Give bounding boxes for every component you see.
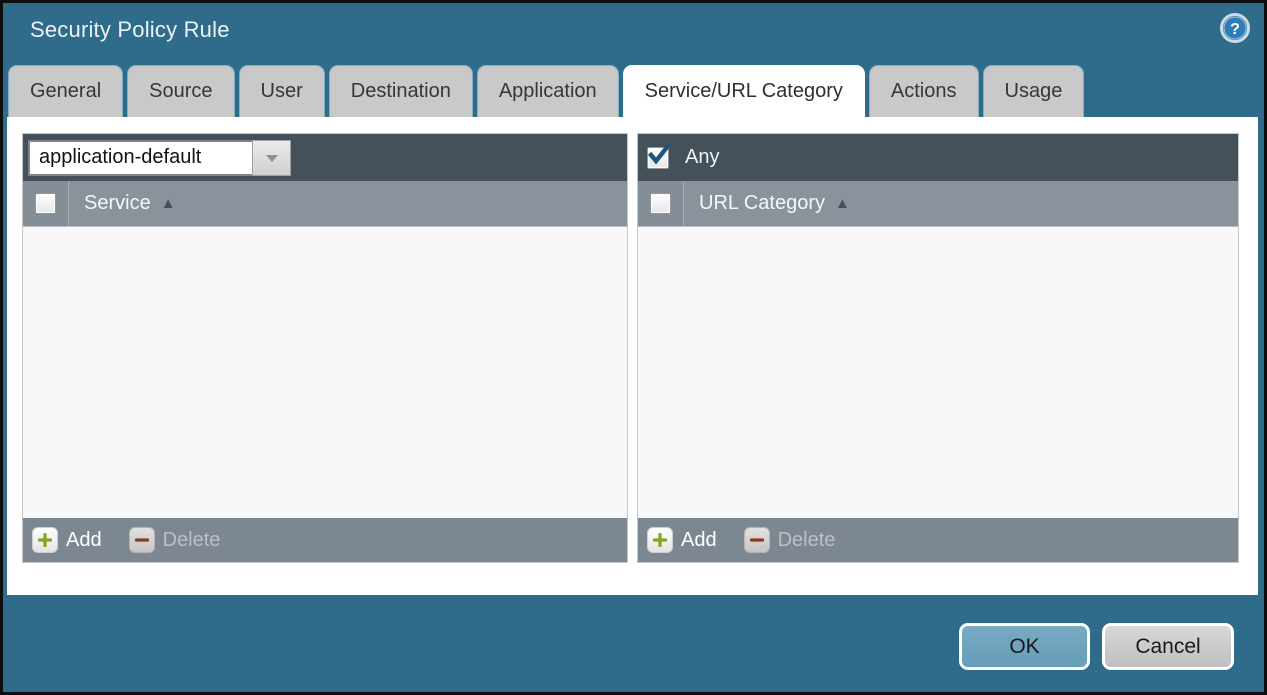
dialog-title: Security Policy Rule xyxy=(30,17,230,43)
url-category-panel: Any URL Category ▲ xyxy=(637,133,1239,563)
plus-icon xyxy=(647,527,673,553)
service-delete-button[interactable]: Delete xyxy=(129,527,221,553)
service-add-button[interactable]: Add xyxy=(32,527,102,553)
help-icon: ? xyxy=(1219,12,1251,44)
tab-user[interactable]: User xyxy=(239,65,325,117)
chevron-down-icon xyxy=(264,151,280,165)
url-category-any-bar: Any xyxy=(638,134,1238,181)
url-category-select-all-checkbox[interactable] xyxy=(650,193,671,214)
checkmark-icon xyxy=(647,142,673,166)
cancel-button[interactable]: Cancel xyxy=(1102,623,1234,670)
url-category-add-button[interactable]: Add xyxy=(647,527,717,553)
service-type-dropdown: application-default xyxy=(28,140,291,176)
service-type-value[interactable]: application-default xyxy=(28,140,252,176)
url-category-list xyxy=(638,227,1238,518)
add-button-label: Add xyxy=(66,529,102,552)
help-button[interactable]: ? xyxy=(1219,12,1251,44)
tab-service-url-category[interactable]: Service/URL Category xyxy=(623,65,865,117)
url-category-column-sort[interactable]: URL Category ▲ xyxy=(699,192,850,215)
tab-general[interactable]: General xyxy=(8,65,123,117)
sort-ascending-icon: ▲ xyxy=(161,195,176,212)
service-toolbar: Add Delete xyxy=(23,518,627,562)
service-list xyxy=(23,227,627,518)
url-category-select-all-cell xyxy=(638,181,684,226)
add-button-label: Add xyxy=(681,529,717,552)
minus-icon xyxy=(744,527,770,553)
security-policy-rule-dialog: Security Policy Rule ? General Source Us… xyxy=(3,3,1264,692)
service-panel: application-default Service ▲ xyxy=(22,133,628,563)
ok-button[interactable]: OK xyxy=(959,623,1090,670)
service-url-category-tab-panel: application-default Service ▲ xyxy=(7,117,1258,595)
svg-text:?: ? xyxy=(1230,21,1240,38)
service-type-dropdown-button[interactable] xyxy=(252,140,291,176)
tab-destination[interactable]: Destination xyxy=(329,65,473,117)
url-category-column-label: URL Category xyxy=(699,192,825,215)
delete-button-label: Delete xyxy=(163,529,221,552)
service-column-header: Service ▲ xyxy=(23,181,627,227)
tab-source[interactable]: Source xyxy=(127,65,234,117)
service-select-all-cell xyxy=(23,181,69,226)
tab-application[interactable]: Application xyxy=(477,65,619,117)
any-checkbox-label: Any xyxy=(685,146,719,169)
any-checkbox[interactable] xyxy=(647,147,669,169)
tab-bar: General Source User Destination Applicat… xyxy=(8,65,1084,117)
service-select-all-checkbox[interactable] xyxy=(35,193,56,214)
url-category-column-header: URL Category ▲ xyxy=(638,181,1238,227)
tab-actions[interactable]: Actions xyxy=(869,65,979,117)
plus-icon xyxy=(32,527,58,553)
url-category-delete-button[interactable]: Delete xyxy=(744,527,836,553)
delete-button-label: Delete xyxy=(778,529,836,552)
service-type-bar: application-default xyxy=(23,134,627,181)
service-column-sort[interactable]: Service ▲ xyxy=(84,192,176,215)
tab-usage[interactable]: Usage xyxy=(983,65,1085,117)
sort-ascending-icon: ▲ xyxy=(835,195,850,212)
url-category-toolbar: Add Delete xyxy=(638,518,1238,562)
service-column-label: Service xyxy=(84,192,151,215)
minus-icon xyxy=(129,527,155,553)
